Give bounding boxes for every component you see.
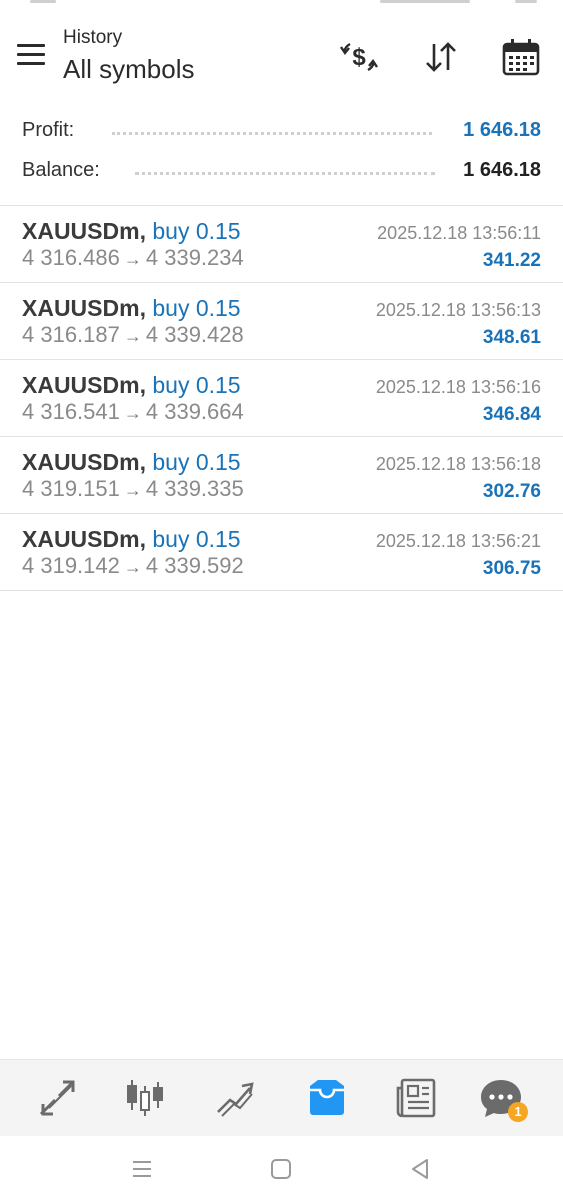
bottom-navigation: 1 — [0, 1059, 563, 1136]
deal-time: 2025.12.18 13:56:21 — [375, 531, 541, 551]
deal-separator: , — [139, 449, 153, 475]
deal-symbol: XAUUSDm — [22, 526, 140, 552]
symbol-filter-title[interactable]: All symbols — [63, 54, 194, 85]
balance-value: 1 646.18 — [463, 159, 541, 181]
deal-prices: 4 319.151 → 4 339.335 — [22, 476, 244, 502]
deal-time: 2025.12.18 13:56:13 — [375, 300, 541, 320]
app-header: History All symbols $ — [0, 10, 563, 100]
deal-type: buy 0.15 — [152, 218, 241, 244]
deal-profit: 302.76 — [482, 481, 541, 502]
deal-open-price: 4 319.151 — [22, 476, 120, 501]
deal-open-price: 4 316.486 — [22, 245, 120, 270]
deal-symbol: XAUUSDm — [22, 372, 140, 398]
deal-title: XAUUSDm, buy 0.15 — [22, 295, 241, 322]
deal-symbol: XAUUSDm — [22, 295, 140, 321]
deal-prices: 4 316.187 → 4 339.428 — [22, 322, 244, 348]
profit-label: Profit: — [22, 119, 75, 141]
deal-row[interactable]: XAUUSDm, buy 0.15 4 316.486 → 4 339.234 2025… — [0, 206, 563, 283]
deal-prices: 4 316.541 → 4 339.664 — [22, 399, 244, 425]
deal-symbol: XAUUSDm — [22, 218, 140, 244]
recent-apps-icon[interactable] — [128, 1156, 156, 1182]
profit-value: 1 646.18 — [463, 119, 541, 141]
svg-text:$: $ — [352, 44, 366, 71]
deal-close-price: 4 339.428 — [145, 322, 244, 347]
arrow-right-icon: → — [123, 480, 142, 500]
balance-label: Balance: — [22, 159, 100, 181]
deal-separator: , — [139, 295, 153, 321]
home-icon[interactable] — [267, 1156, 295, 1182]
balance-row: Balance: 1 646.18 — [0, 152, 563, 192]
messages-badge: 1 — [508, 1102, 528, 1122]
messages-icon[interactable]: 1 — [478, 1076, 528, 1122]
currency-exchange-icon[interactable]: $ — [336, 34, 382, 80]
deal-close-price: 4 339.234 — [145, 245, 244, 270]
deal-type: buy 0.15 — [152, 449, 241, 475]
history-icon[interactable] — [304, 1076, 350, 1120]
deal-profit: 348.61 — [482, 327, 541, 348]
arrow-right-icon: → — [123, 249, 142, 269]
system-navigation-bar — [0, 1136, 563, 1200]
back-icon[interactable] — [406, 1156, 434, 1182]
deal-title: XAUUSDm, buy 0.15 — [22, 218, 241, 245]
deal-type: buy 0.15 — [152, 526, 241, 552]
calendar-icon[interactable] — [498, 34, 544, 80]
arrow-right-icon: → — [123, 403, 142, 423]
arrow-right-icon: → — [123, 557, 142, 577]
chart-icon[interactable] — [122, 1076, 168, 1120]
quotes-icon[interactable] — [35, 1076, 81, 1120]
deal-row[interactable]: XAUUSDm, buy 0.15 4 316.541 → 4 339.664 2025… — [0, 360, 563, 437]
deal-time: 2025.12.18 13:56:18 — [375, 454, 541, 474]
page-title: History — [63, 27, 123, 48]
deal-close-price: 4 339.664 — [145, 399, 244, 424]
deal-row[interactable]: XAUUSDm, buy 0.15 4 316.187 → 4 339.428 2025… — [0, 283, 563, 360]
status-bar — [0, 0, 563, 8]
arrow-right-icon: → — [123, 326, 142, 346]
deal-type: buy 0.15 — [152, 295, 241, 321]
deal-time: 2025.12.18 13:56:16 — [375, 377, 541, 397]
deal-row[interactable]: XAUUSDm, buy 0.15 4 319.142 → 4 339.592 2025… — [0, 514, 563, 591]
history-screen: History All symbols $ Profit: 1 646.18 B… — [0, 0, 563, 1200]
deal-open-price: 4 316.187 — [22, 322, 120, 347]
deals-list: XAUUSDm, buy 0.15 4 316.486 → 4 339.234 2025… — [0, 205, 563, 591]
deal-separator: , — [139, 218, 153, 244]
deal-symbol: XAUUSDm — [22, 449, 140, 475]
deal-open-price: 4 319.142 — [22, 553, 120, 578]
deal-profit: 306.75 — [482, 558, 541, 579]
profit-row: Profit: 1 646.18 — [0, 112, 563, 152]
deal-open-price: 4 316.541 — [22, 399, 120, 424]
leader-dots — [112, 132, 432, 135]
deal-type: buy 0.15 — [152, 372, 241, 398]
deal-close-price: 4 339.335 — [145, 476, 244, 501]
account-summary: Profit: 1 646.18 Balance: 1 646.18 — [0, 112, 563, 192]
deal-separator: , — [139, 372, 153, 398]
deal-profit: 346.84 — [482, 404, 541, 425]
menu-icon[interactable] — [14, 40, 48, 70]
sort-icon[interactable] — [418, 34, 464, 80]
deal-title: XAUUSDm, buy 0.15 — [22, 449, 241, 476]
deal-prices: 4 316.486 → 4 339.234 — [22, 245, 244, 271]
deal-close-price: 4 339.592 — [145, 553, 244, 578]
deal-prices: 4 319.142 → 4 339.592 — [22, 553, 244, 579]
deal-profit: 341.22 — [482, 250, 541, 271]
leader-dots — [135, 172, 435, 175]
deal-separator: , — [139, 526, 153, 552]
deal-time: 2025.12.18 13:56:11 — [377, 223, 541, 243]
deal-row[interactable]: XAUUSDm, buy 0.15 4 319.151 → 4 339.335 2025… — [0, 437, 563, 514]
deal-title: XAUUSDm, buy 0.15 — [22, 526, 241, 553]
news-icon[interactable] — [394, 1076, 440, 1120]
deal-title: XAUUSDm, buy 0.15 — [22, 372, 241, 399]
trade-icon[interactable] — [212, 1076, 258, 1120]
